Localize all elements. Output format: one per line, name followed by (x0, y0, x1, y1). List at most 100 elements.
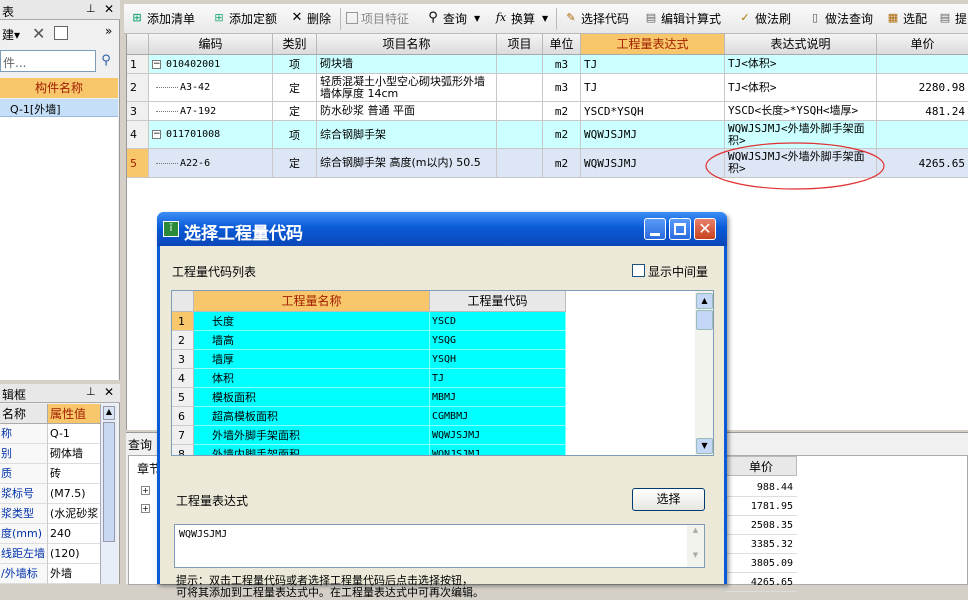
tree-expand-icon[interactable]: + (141, 504, 150, 513)
name-cell[interactable]: 综合钢脚手架 高度(m以内) 50.5 (317, 149, 497, 177)
name-cell[interactable]: 综合钢脚手架 (317, 121, 497, 148)
prop-value[interactable]: 砖 (48, 464, 100, 484)
name-cell[interactable]: 砌块墙 (317, 55, 497, 73)
minimize-button[interactable] (644, 218, 666, 240)
scroll-down-button[interactable]: ▼ (696, 438, 713, 454)
delete-icon[interactable]: ✕ (32, 24, 45, 43)
code-cell[interactable]: −011701008 (149, 121, 273, 148)
scroll-up-button[interactable]: ▲ (696, 293, 713, 309)
expression-cell[interactable]: TJ (581, 74, 725, 101)
item-cell[interactable] (497, 55, 543, 73)
grid-row[interactable]: 3 A7-192 定防水砂浆 普通 平面 m2 YSCD*YSQH YSCD<长度>*YS… (127, 102, 968, 121)
component-item[interactable]: Q-1[外墙] (0, 99, 118, 117)
type-cell[interactable]: 定 (273, 102, 317, 120)
new-button[interactable]: 建▾ (2, 26, 20, 43)
search-input[interactable]: 件... (3, 54, 26, 71)
unit-cell[interactable]: m2 (543, 102, 581, 120)
type-cell[interactable]: 项 (273, 121, 317, 148)
search-icon[interactable]: ⚲ (96, 50, 116, 72)
copy-icon[interactable] (54, 26, 68, 40)
prop-value[interactable]: (水泥砂浆 (48, 504, 100, 524)
quantity-code-cell[interactable]: WQWJSJMJ (430, 426, 566, 445)
quantity-name-cell[interactable]: 墙高 (194, 331, 430, 350)
method-query-button[interactable]: ▯ 做法查询 (808, 8, 873, 28)
grid-row[interactable]: 1−010402001 项砌块墙 m3 TJ TJ<体积> (127, 55, 968, 74)
quantity-code-cell[interactable]: YSCD (430, 312, 566, 331)
unit-cell[interactable]: m3 (543, 74, 581, 101)
bottom-tab[interactable]: 查询 (128, 436, 152, 453)
name-cell[interactable]: 防水砂浆 普通 平面 (317, 102, 497, 120)
textarea-scrollbar[interactable]: ▲ ▼ (687, 525, 704, 567)
close-icon[interactable]: ✕ (104, 385, 114, 399)
quantity-name-cell[interactable]: 长度 (194, 312, 430, 331)
props-scrollbar[interactable]: ▲ (100, 404, 117, 584)
code-cell[interactable]: −010402001 (149, 55, 273, 73)
query-button[interactable]: ⚲ 查询 ▼ (426, 8, 480, 28)
quantity-name-cell[interactable]: 体积 (194, 369, 430, 388)
prop-value[interactable]: 外墙 (48, 564, 100, 584)
edit-formula-button[interactable]: ▤ 编辑计算式 (644, 8, 721, 28)
prop-value[interactable]: 240 (48, 524, 100, 544)
expression-textarea[interactable]: WQWJSJMJ ▲ ▼ (174, 524, 705, 568)
select-config-button[interactable]: ▦ 选配 (886, 8, 927, 28)
quantity-code-cell[interactable]: MBMJ (430, 388, 566, 407)
prop-value[interactable]: (120) (48, 544, 100, 564)
type-cell[interactable]: 定 (273, 149, 317, 177)
type-cell[interactable]: 项 (273, 55, 317, 73)
quantity-code-cell[interactable]: YSQG (430, 331, 566, 350)
grid-row[interactable]: 2 A3-42 定轻质混凝土小型空心砌块弧形外墙 墙体厚度 14cm m3 TJ TJ<体… (127, 74, 968, 102)
price-cell[interactable] (877, 121, 968, 148)
price-cell[interactable] (877, 55, 968, 73)
item-cell[interactable] (497, 121, 543, 148)
pin-icon[interactable]: ⊥ (86, 2, 96, 15)
unit-cell[interactable]: m3 (543, 55, 581, 73)
type-cell[interactable]: 定 (273, 74, 317, 101)
convert-button[interactable]: fx 换算 ▼ (494, 8, 548, 28)
item-cell[interactable] (497, 102, 543, 120)
item-cell[interactable] (497, 74, 543, 101)
quantity-code-cell[interactable]: WQNJSJMJ (430, 445, 566, 455)
quantity-code-cell[interactable]: CGMBMJ (430, 407, 566, 426)
collapse-icon[interactable]: − (152, 130, 161, 139)
quantity-name-cell[interactable]: 模板面积 (194, 388, 430, 407)
expression-desc-cell[interactable]: TJ<体积> (725, 74, 877, 101)
quantity-code-cell[interactable]: YSQH (430, 350, 566, 369)
select-code-button[interactable]: ✎ 选择代码 (564, 8, 629, 28)
unit-cell[interactable]: m2 (543, 121, 581, 148)
expression-cell[interactable]: TJ (581, 55, 725, 73)
show-intermediate-checkbox[interactable] (632, 264, 645, 277)
collapse-icon[interactable]: − (152, 59, 161, 69)
search-box[interactable]: 件... (0, 50, 96, 72)
expression-cell[interactable]: YSCD*YSQH (581, 102, 725, 120)
extract-button[interactable]: ▤ 提 (938, 8, 967, 28)
expression-desc-cell[interactable]: YSCD<长度>*YSQH<墙厚> (725, 102, 877, 120)
prop-value[interactable]: 砌体墙 (48, 444, 100, 464)
delete-button[interactable]: ✕ 删除 (290, 8, 331, 28)
scroll-thumb[interactable] (696, 310, 713, 330)
tree-expand-icon[interactable]: + (141, 486, 150, 495)
close-button[interactable]: ✕ (694, 218, 716, 240)
expand-icon[interactable]: » (105, 24, 112, 38)
price-cell[interactable]: 481.24 (877, 102, 968, 120)
code-cell[interactable]: A7-192 (149, 102, 273, 120)
select-button[interactable]: 选择 (632, 488, 705, 511)
pin-icon[interactable]: ⊥ (86, 385, 96, 398)
code-cell[interactable]: A3-42 (149, 74, 273, 101)
quantity-code-cell[interactable]: TJ (430, 369, 566, 388)
add-list-button[interactable]: ⊞ 添加清单 (130, 8, 195, 28)
list-scrollbar[interactable]: ▲ ▼ (695, 291, 713, 455)
add-quota-button[interactable]: ⊞ 添加定额 (212, 8, 277, 28)
unit-cell[interactable]: m2 (543, 149, 581, 177)
item-feature-button[interactable]: 项目特征 (346, 8, 409, 28)
quantity-name-cell[interactable]: 墙厚 (194, 350, 430, 369)
method-brush-button[interactable]: ✓ 做法刷 (738, 8, 791, 28)
close-icon[interactable]: ✕ (104, 2, 114, 16)
quantity-name-cell[interactable]: 超高模板面积 (194, 407, 430, 426)
prop-value[interactable]: Q-1 (48, 424, 100, 444)
item-cell[interactable] (497, 149, 543, 177)
name-cell[interactable]: 轻质混凝土小型空心砌块弧形外墙 墙体厚度 14cm (317, 74, 497, 101)
price-cell[interactable]: 2280.98 (877, 74, 968, 101)
price-cell[interactable]: 4265.65 (877, 149, 968, 177)
prop-value[interactable]: (M7.5) (48, 484, 100, 504)
expression-desc-cell[interactable]: TJ<体积> (725, 55, 877, 73)
